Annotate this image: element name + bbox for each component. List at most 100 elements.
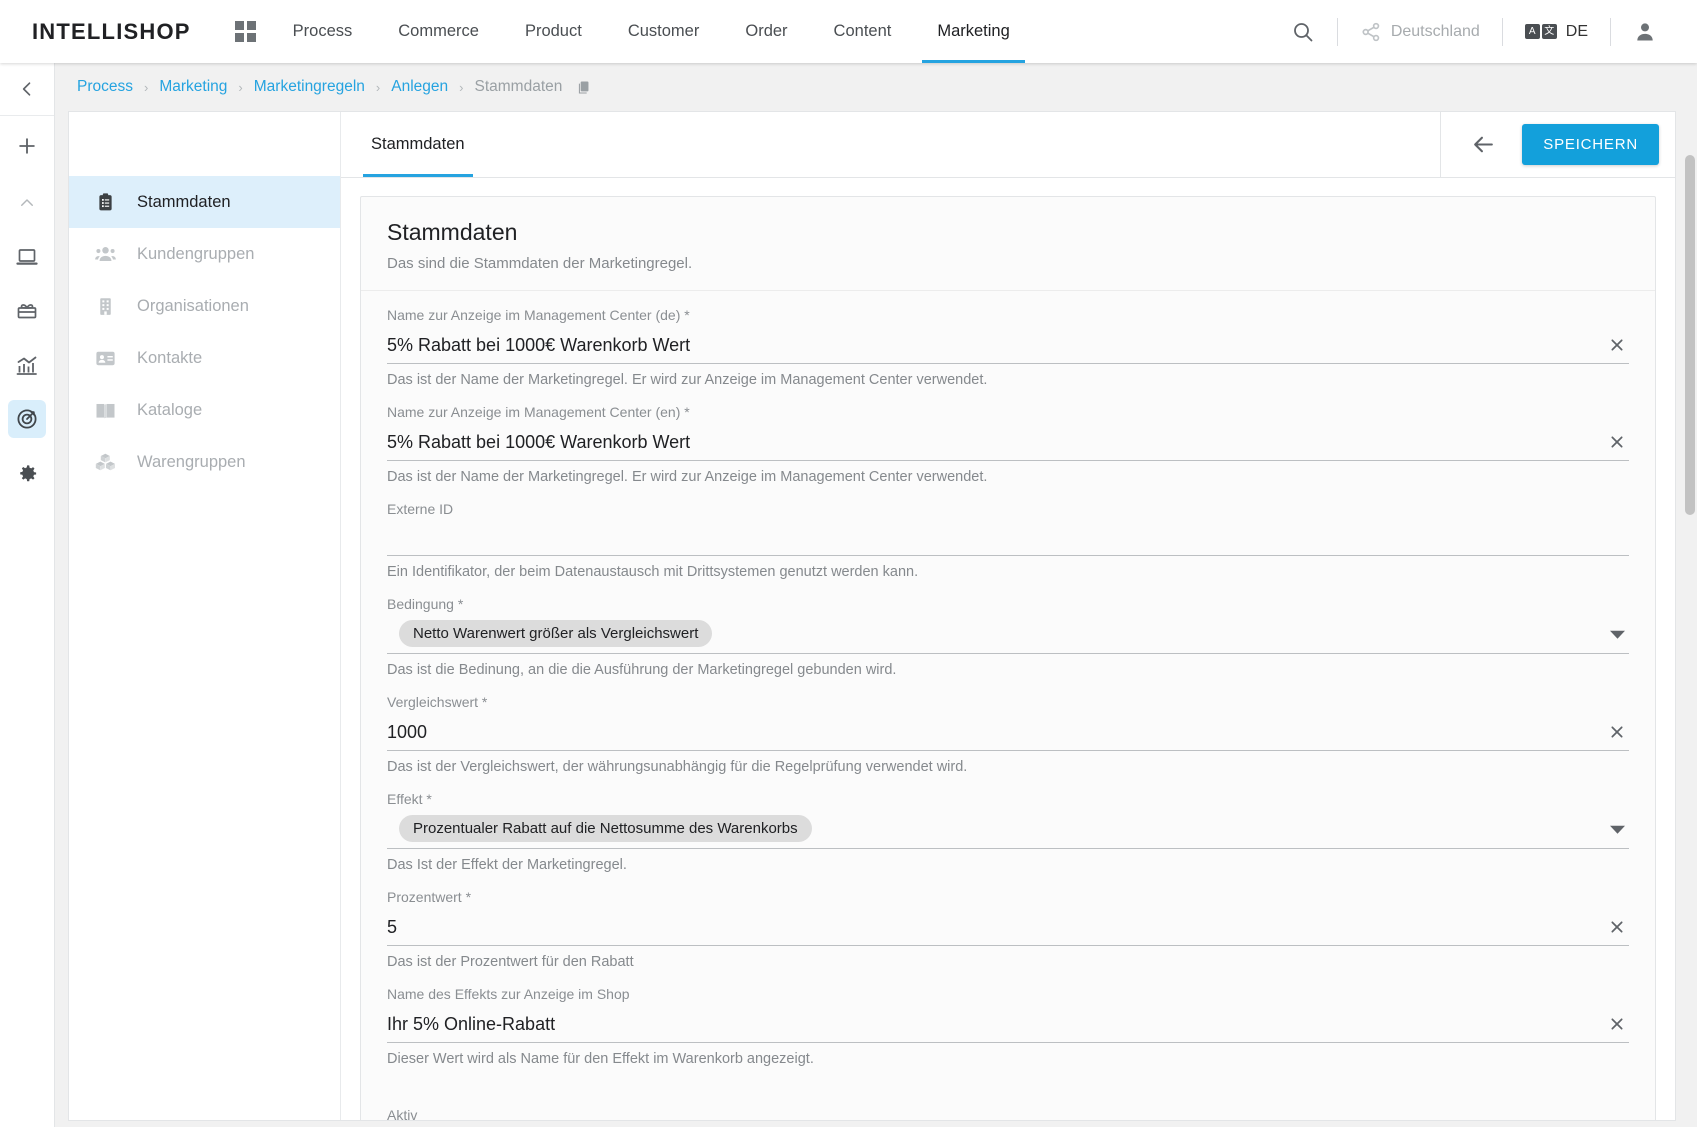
rail-collapse-button[interactable]: [0, 63, 54, 116]
caret-down-icon[interactable]: [1606, 627, 1629, 642]
gift-icon: [17, 304, 37, 319]
divider: [1610, 17, 1611, 46]
account-button[interactable]: [1615, 12, 1675, 52]
field-name-de: Name zur Anzeige im Management Center (d…: [361, 291, 1655, 388]
field-value: 5% Rabatt bei 1000€ Warenkorb Wert: [387, 334, 691, 355]
rail-item-collapse-up[interactable]: [0, 176, 54, 230]
search-button[interactable]: [1273, 12, 1333, 52]
gear-icon: [19, 464, 36, 481]
sidebar-item-warengruppen[interactable]: Warengruppen: [69, 436, 340, 488]
breadcrumb: Process › Marketing › Marketingregeln › …: [55, 63, 1697, 111]
grid-apps-icon[interactable]: [234, 21, 256, 42]
rail-item-add[interactable]: [0, 116, 54, 176]
rail-item-shop[interactable]: [0, 230, 54, 284]
page-title: Stammdaten: [387, 219, 518, 245]
nav-item-marketing[interactable]: Marketing: [914, 0, 1032, 63]
breadcrumb-item-marketingregeln[interactable]: Marketingregeln: [254, 78, 365, 96]
field-effekt-shop-name: Name des Effekts zur Anzeige im Shop Ihr…: [361, 970, 1655, 1067]
text-input-externe-id[interactable]: [387, 524, 1629, 556]
select-bedingung[interactable]: Netto Warenwert größer als Vergleichswer…: [387, 619, 1629, 654]
field-help: Das ist der Name der Marketingregel. Er …: [387, 469, 988, 485]
clear-x-icon[interactable]: [1605, 917, 1629, 937]
select-effekt[interactable]: Prozentualer Rabatt auf die Nettosumme d…: [387, 814, 1629, 849]
field-label: Bedingung *: [387, 596, 464, 612]
rail-item-marketing[interactable]: [0, 392, 54, 446]
breadcrumb-item-process[interactable]: Process: [77, 78, 133, 96]
sidebar-item-organisationen[interactable]: Organisationen: [69, 280, 340, 332]
field-bedingung: Bedingung * Netto Warenwert größer als V…: [361, 580, 1655, 678]
text-input-prozentwert[interactable]: 5: [387, 912, 1629, 946]
translate-icon: A 文: [1524, 24, 1557, 39]
sidebar-item-label: Organisationen: [137, 296, 249, 315]
text-input-name-de[interactable]: 5% Rabatt bei 1000€ Warenkorb Wert: [387, 330, 1629, 364]
laptop-icon: [16, 249, 38, 265]
nav-item-commerce[interactable]: Commerce: [375, 0, 502, 63]
page-subtitle: Das sind die Stammdaten der Marketingreg…: [387, 255, 693, 272]
vertical-scrollbar[interactable]: [1683, 63, 1697, 1127]
text-input-effekt-shop-name[interactable]: Ihr 5% Online-Rabatt: [387, 1009, 1629, 1043]
book-icon: [93, 399, 117, 422]
nav-item-process[interactable]: Process: [270, 0, 376, 63]
rail-item-settings[interactable]: [0, 446, 54, 500]
breadcrumb-item-anlegen[interactable]: Anlegen: [391, 78, 448, 96]
sidebar-item-kundengruppen[interactable]: Kundengruppen: [69, 228, 340, 280]
text-input-name-en[interactable]: 5% Rabatt bei 1000€ Warenkorb Wert: [387, 427, 1629, 461]
country-selector[interactable]: Deutschland: [1342, 12, 1498, 52]
divider: [1336, 17, 1338, 46]
left-rail: [0, 63, 55, 1127]
plus-icon: [19, 138, 35, 154]
breadcrumb-separator: ›: [459, 79, 464, 95]
sidebar-item-kontakte[interactable]: Kontakte: [69, 332, 340, 384]
nav-item-customer[interactable]: Customer: [605, 0, 723, 63]
language-label: DE: [1565, 22, 1588, 40]
tab-stammdaten[interactable]: Stammdaten: [363, 112, 473, 177]
language-selector[interactable]: A 文 DE: [1507, 12, 1606, 52]
field-label: Externe ID: [387, 501, 454, 517]
clear-x-icon[interactable]: [1605, 722, 1629, 742]
translate-glyph-b: 文: [1541, 24, 1557, 39]
app-logo[interactable]: INTELLISHOP: [32, 19, 191, 45]
clear-x-icon[interactable]: [1605, 432, 1629, 452]
text-input-vergleichswert[interactable]: 1000: [387, 717, 1629, 751]
sidebar-item-label: Kundengruppen: [137, 244, 255, 263]
field-label: Aktiv: [387, 1107, 418, 1120]
form-scroll-area[interactable]: Stammdaten Das sind die Stammdaten der M…: [341, 178, 1675, 1120]
scrollbar-thumb[interactable]: [1685, 155, 1695, 515]
users-group-icon: [93, 243, 117, 266]
field-value: Ihr 5% Online-Rabatt: [387, 1013, 556, 1034]
country-label: Deutschland: [1390, 22, 1480, 40]
field-help: Das ist der Vergleichswert, der währungs…: [387, 759, 968, 775]
field-value: 1000: [387, 721, 428, 742]
nav-item-content[interactable]: Content: [811, 0, 915, 63]
sidebar-item-label: Kontakte: [137, 348, 203, 367]
sidebar-item-label: Warengruppen: [137, 452, 246, 471]
section-sidebar: Stammdaten Kundengruppen Organisationen …: [69, 112, 341, 1120]
field-help: Das Ist der Effekt der Marketingregel.: [387, 857, 627, 873]
main-navigation: Process Commerce Product Customer Order …: [234, 0, 1033, 63]
breadcrumb-item-stammdaten: Stammdaten: [474, 78, 563, 95]
field-prozentwert: Prozentwert * 5 Das ist der Prozentwert …: [361, 873, 1655, 970]
field-help: Das ist die Bedinung, an die die Ausführ…: [387, 662, 897, 678]
back-button[interactable]: [1465, 126, 1502, 163]
rail-item-offers[interactable]: [0, 284, 54, 338]
stammdaten-card: Stammdaten Das sind die Stammdaten der M…: [360, 196, 1656, 1120]
copy-glyph-icon: [579, 80, 589, 94]
sidebar-item-stammdaten[interactable]: Stammdaten: [69, 176, 340, 228]
clear-x-icon[interactable]: [1605, 335, 1629, 355]
card-header: Stammdaten Das sind die Stammdaten der M…: [361, 197, 1655, 291]
rail-item-analytics[interactable]: [0, 338, 54, 392]
chevron-left-icon: [22, 82, 31, 96]
field-vergleichswert: Vergleichswert * 1000 Das ist der Vergle…: [361, 678, 1655, 775]
copy-icon[interactable]: [575, 79, 592, 96]
field-value: 5: [387, 916, 398, 937]
caret-down-icon[interactable]: [1606, 822, 1629, 837]
clear-x-icon[interactable]: [1605, 1014, 1629, 1034]
sidebar-item-kataloge[interactable]: Kataloge: [69, 384, 340, 436]
nav-item-order[interactable]: Order: [722, 0, 810, 63]
save-button[interactable]: SPEICHERN: [1522, 124, 1659, 165]
content-panel: Stammdaten Kundengruppen Organisationen …: [68, 111, 1676, 1121]
target-icon: [17, 409, 37, 429]
field-label: Prozentwert *: [387, 889, 472, 905]
breadcrumb-item-marketing[interactable]: Marketing: [159, 78, 227, 96]
nav-item-product[interactable]: Product: [502, 0, 605, 63]
